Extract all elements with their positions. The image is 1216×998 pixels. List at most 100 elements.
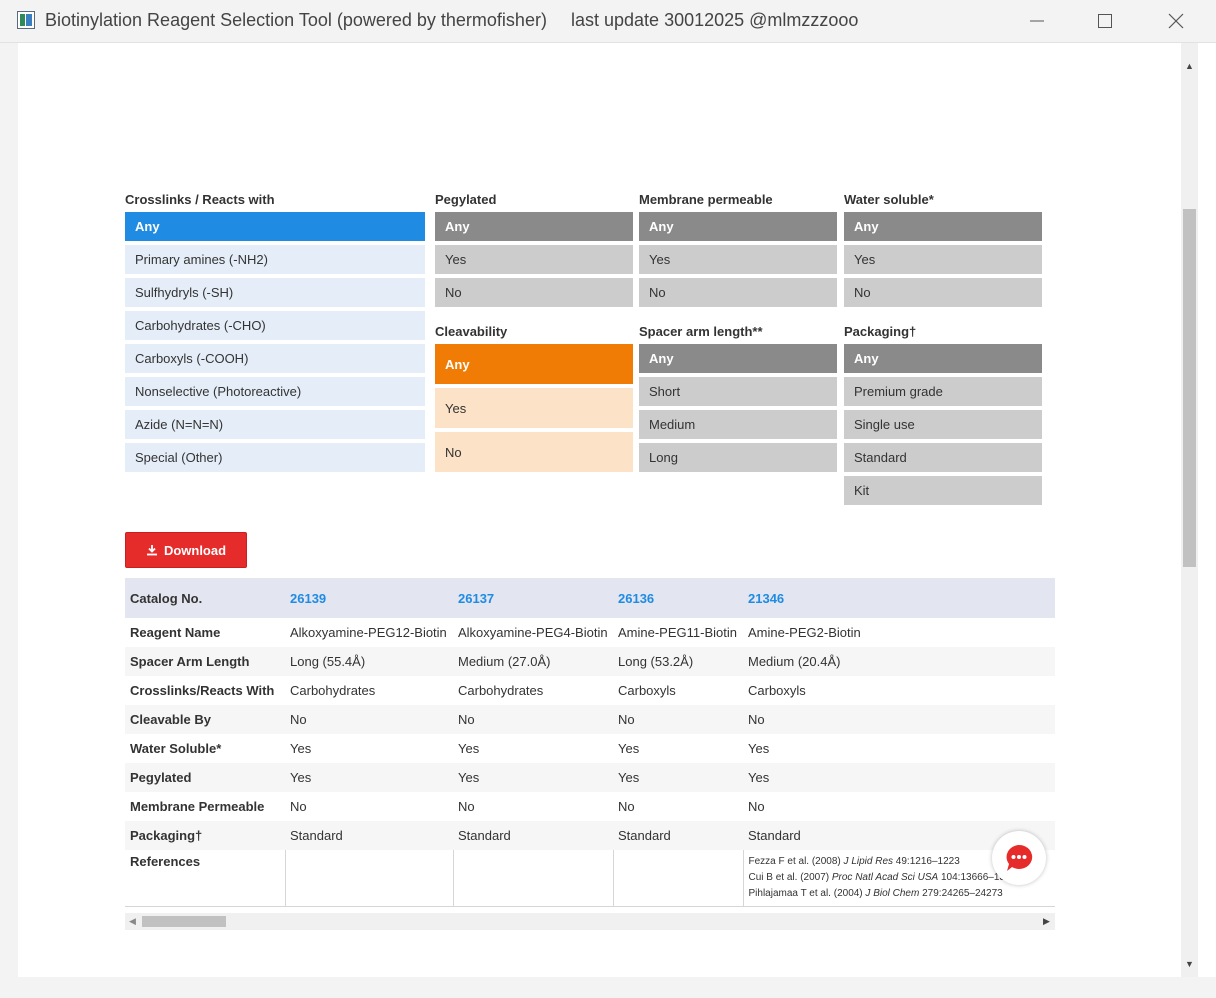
spacer-option-any[interactable]: Any xyxy=(639,344,837,373)
crosslinks-option-primary-amines[interactable]: Primary amines (-NH2) xyxy=(125,245,425,274)
app-window-icon xyxy=(17,11,35,29)
table-cell: Yes xyxy=(743,763,1055,792)
table-cell xyxy=(452,850,613,907)
membrane-option-any[interactable]: Any xyxy=(639,212,837,241)
cleavability-option-yes[interactable]: Yes xyxy=(435,388,633,428)
packaging-option-kit[interactable]: Kit xyxy=(844,476,1042,505)
cleavability-option-any[interactable]: Any xyxy=(435,344,633,384)
packaging-option-single-use[interactable]: Single use xyxy=(844,410,1042,439)
table-cell: Yes xyxy=(618,741,640,756)
scroll-up-icon[interactable]: ▲ xyxy=(1185,61,1194,71)
crosslinks-option-carbohydrates[interactable]: Carbohydrates (-CHO) xyxy=(125,311,425,340)
packaging-option-any[interactable]: Any xyxy=(844,344,1042,373)
spacer-option-long[interactable]: Long xyxy=(639,443,837,472)
filter-water-soluble: Water soluble* Any Yes No xyxy=(844,190,1042,311)
water-option-no[interactable]: No xyxy=(844,278,1042,307)
download-icon xyxy=(146,545,157,556)
table-cell: No xyxy=(613,705,743,734)
spacer-option-medium[interactable]: Medium xyxy=(639,410,837,439)
packaging-option-standard[interactable]: Standard xyxy=(844,443,1042,472)
row-label: Cleavable By xyxy=(125,705,285,734)
table-row: Cleavable By No No No No xyxy=(125,705,1055,734)
scroll-left-icon[interactable]: ◀ xyxy=(129,916,136,927)
download-label: Download xyxy=(163,542,227,558)
table-cell: Standard xyxy=(613,821,743,850)
table-row: Reagent Name Alkoxyamine-PEG12-Biotin Al… xyxy=(125,618,1055,647)
chat-button[interactable] xyxy=(992,831,1046,885)
maximize-button[interactable] xyxy=(1082,5,1128,37)
table-cell: Medium (27.0Å) xyxy=(453,647,613,676)
filter-membrane-permeable: Membrane permeable Any Yes No xyxy=(639,190,837,311)
membrane-option-no[interactable]: No xyxy=(639,278,837,307)
membrane-option-yes[interactable]: Yes xyxy=(639,245,837,274)
row-label: Crosslinks/Reacts With xyxy=(130,683,275,698)
crosslinks-option-carboxyls[interactable]: Carboxyls (-COOH) xyxy=(125,344,425,373)
water-option-yes[interactable]: Yes xyxy=(844,245,1042,274)
table-cell: Yes xyxy=(458,741,480,756)
scroll-right-icon[interactable]: ▶ xyxy=(1043,916,1050,927)
table-row: Packaging† Standard Standard Standard St… xyxy=(125,821,1055,850)
close-icon xyxy=(1168,13,1184,29)
row-label: Packaging† xyxy=(125,821,285,850)
catalog-link[interactable]: 26139 xyxy=(285,578,453,618)
chat-icon xyxy=(1006,844,1033,871)
horizontal-scroll-thumb[interactable] xyxy=(142,916,226,927)
table-cell: Yes xyxy=(748,741,770,756)
table-cell: Yes xyxy=(290,741,312,756)
filter-crosslinks-title: Crosslinks / Reacts with xyxy=(125,192,275,207)
cleavability-option-no[interactable]: No xyxy=(435,432,633,472)
horizontal-scrollbar[interactable]: ◀ ▶ xyxy=(125,913,1055,930)
pegylated-option-no[interactable]: No xyxy=(435,278,633,307)
packaging-option-premium-grade[interactable]: Premium grade xyxy=(844,377,1042,406)
pegylated-option-yes[interactable]: Yes xyxy=(435,245,633,274)
table-row: Crosslinks/Reacts With Carbohydrates Car… xyxy=(125,676,1055,705)
vertical-scrollbar[interactable]: ▲ ▼ xyxy=(1181,43,1198,977)
filter-pegylated: Pegylated Any Yes No xyxy=(435,190,633,311)
filter-spacer-arm-length: Spacer arm length** Any Short Medium Lon… xyxy=(639,322,837,476)
table-cell: Medium (20.4Å) xyxy=(743,647,1055,676)
table-cell: Carboxyls xyxy=(748,683,806,698)
catalog-header-label: Catalog No. xyxy=(125,578,285,618)
row-label: References xyxy=(125,850,285,907)
catalog-link[interactable]: 21346 xyxy=(743,578,1055,618)
table-cell: Amine-PEG11-Biotin xyxy=(618,625,737,640)
filter-water-title: Water soluble* xyxy=(844,192,934,207)
pegylated-option-any[interactable]: Any xyxy=(435,212,633,241)
window-titlebar: Biotinylation Reagent Selection Tool (po… xyxy=(0,0,1216,43)
row-label: Water Soluble* xyxy=(130,741,222,756)
water-option-any[interactable]: Any xyxy=(844,212,1042,241)
table-cell xyxy=(284,850,453,907)
table-cell: Standard xyxy=(453,821,613,850)
crosslinks-option-sulfhydryls[interactable]: Sulfhydryls (-SH) xyxy=(125,278,425,307)
crosslinks-option-special[interactable]: Special (Other) xyxy=(125,443,425,472)
crosslinks-option-any[interactable]: Any xyxy=(125,212,425,241)
table-cell: No xyxy=(458,799,475,814)
table-cell: No xyxy=(290,799,307,814)
table-cell: Carboxyls xyxy=(618,683,676,698)
crosslinks-option-nonselective[interactable]: Nonselective (Photoreactive) xyxy=(125,377,425,406)
table-cell: No xyxy=(285,705,453,734)
table-cell: Carbohydrates xyxy=(458,683,544,698)
row-label: Pegylated xyxy=(125,763,285,792)
spacer-option-short[interactable]: Short xyxy=(639,377,837,406)
table-cell: No xyxy=(453,705,613,734)
filter-cleavability-title: Cleavability xyxy=(435,324,508,339)
filter-packaging-title: Packaging† xyxy=(844,324,917,339)
crosslinks-option-azide[interactable]: Azide (N=N=N) xyxy=(125,410,425,439)
vertical-scroll-thumb[interactable] xyxy=(1183,209,1196,567)
results-table: Catalog No. 26139 26137 26136 21346 Reag… xyxy=(125,578,1055,907)
catalog-link[interactable]: 26136 xyxy=(613,578,743,618)
scroll-down-icon[interactable]: ▼ xyxy=(1185,959,1194,969)
catalog-link[interactable]: 26137 xyxy=(453,578,613,618)
table-row: Spacer Arm Length Long (55.4Å) Medium (2… xyxy=(125,647,1055,676)
table-cell: No xyxy=(743,705,1055,734)
window-frame-left xyxy=(0,43,18,998)
filter-pegylated-title: Pegylated xyxy=(435,192,497,207)
table-cell: Long (55.4Å) xyxy=(285,647,453,676)
table-cell: Yes xyxy=(285,763,453,792)
download-button[interactable]: Download xyxy=(125,532,247,568)
minimize-button[interactable] xyxy=(1014,5,1060,37)
close-button[interactable] xyxy=(1153,5,1199,37)
table-cell: No xyxy=(618,799,635,814)
table-cell: Carbohydrates xyxy=(290,683,376,698)
